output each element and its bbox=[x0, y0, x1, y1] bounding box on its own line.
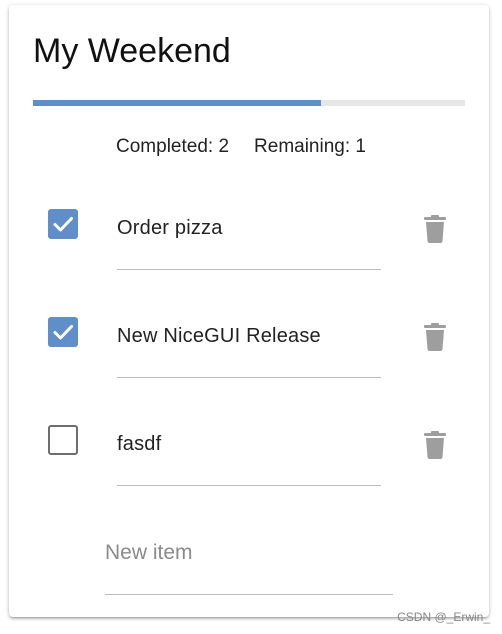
todo-underline bbox=[117, 269, 381, 270]
todo-label[interactable]: New NiceGUI Release bbox=[117, 325, 321, 348]
todo-label[interactable]: Order pizza bbox=[117, 217, 223, 240]
completed-count: Completed: 2 bbox=[116, 136, 230, 157]
delete-button[interactable] bbox=[424, 323, 446, 351]
todo-underline bbox=[117, 485, 381, 486]
todo-checkbox[interactable] bbox=[48, 317, 78, 347]
todo-label[interactable]: fasdf bbox=[117, 433, 161, 456]
todo-checkbox[interactable] bbox=[48, 209, 78, 239]
todo-card: My Weekend Completed: 2 Remaining: 1 Orde… bbox=[9, 5, 489, 617]
todo-checkbox[interactable] bbox=[48, 425, 78, 455]
new-item-input[interactable] bbox=[105, 533, 393, 573]
remaining-count: Remaining: 1 bbox=[254, 136, 366, 157]
progress-bar bbox=[33, 100, 465, 106]
trash-icon bbox=[424, 323, 446, 351]
delete-button[interactable] bbox=[424, 215, 446, 243]
stats-row: Completed: 2 Remaining: 1 bbox=[1, 136, 481, 158]
check-icon bbox=[53, 325, 73, 340]
check-icon bbox=[53, 217, 73, 232]
progress-fill bbox=[33, 100, 322, 106]
delete-button[interactable] bbox=[424, 431, 446, 459]
trash-icon bbox=[424, 431, 446, 459]
new-item-underline bbox=[105, 594, 393, 595]
todo-underline bbox=[117, 377, 381, 378]
page-title: My Weekend bbox=[33, 32, 231, 70]
trash-icon bbox=[424, 215, 446, 243]
watermark: CSDN @_Erwin_ bbox=[397, 610, 490, 624]
